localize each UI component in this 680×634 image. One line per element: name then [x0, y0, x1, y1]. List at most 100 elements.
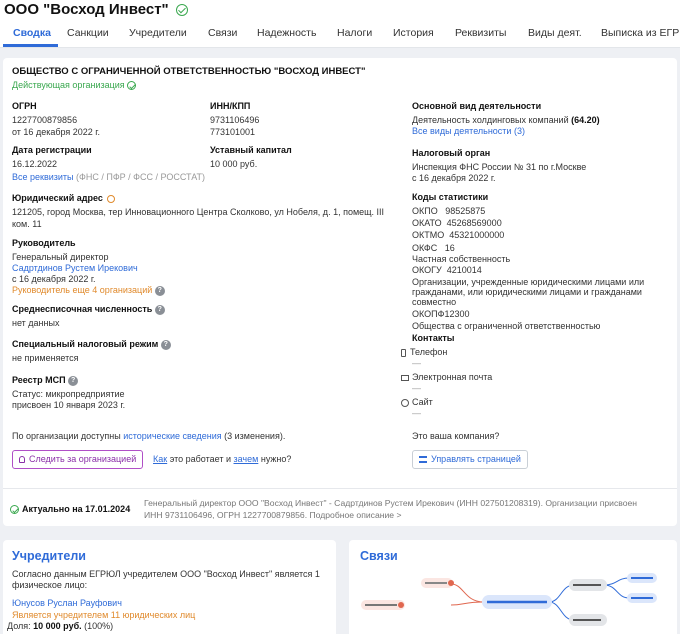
founder-share: Доля: 10 000 руб. (100%): [7, 621, 114, 631]
tab-activities[interactable]: Виды деят.: [528, 27, 582, 39]
founder-name-link[interactable]: Юнусов Руслан Рауфович: [12, 598, 122, 609]
site-value: —: [412, 408, 421, 418]
tab-summary[interactable]: Сводка: [13, 27, 51, 39]
inn-value[interactable]: 9731106496: [210, 115, 259, 126]
founders-desc-2: физическое лицо:: [12, 580, 88, 590]
okopf-desc: Общества с ограниченной ответственностью: [412, 321, 601, 331]
company-name: ООО "Восход Инвест": [4, 1, 169, 18]
okogu: ОКОГУ 4210014: [412, 265, 482, 275]
all-requisites: Все реквизиты (ФНС / ПФР / ФСС / РОССТАТ…: [12, 172, 206, 182]
help-icon[interactable]: ?: [154, 304, 165, 315]
phone-icon: [401, 348, 406, 357]
inn-label: ИНН/КПП: [210, 101, 251, 111]
head-since: с 16 декабря 2022 г.: [12, 274, 96, 284]
tab-taxes[interactable]: Налоги: [337, 27, 372, 39]
okfs: ОКФС 16: [412, 243, 455, 253]
activity-all-link[interactable]: Все виды деятельности (3): [412, 126, 525, 137]
ogrn-date: от 16 декабря 2022 г.: [12, 127, 100, 137]
all-requisites-link[interactable]: Все реквизиты: [12, 172, 74, 182]
help-icon[interactable]: ?: [154, 285, 165, 296]
how-note: Как это работает и зачем нужно?: [153, 454, 292, 464]
address-line1: 121205, город Москва, тер Инновационного…: [12, 207, 385, 217]
full-name: ОБЩЕСТВО С ОГРАНИЧЕННОЙ ОТВЕТСТВЕННОСТЬЮ…: [12, 66, 366, 77]
verified-check-icon: [175, 3, 188, 16]
reg-date: 16.12.2022: [12, 159, 58, 169]
address-line2: ком. 11: [12, 219, 42, 229]
capital-label: Уставный капитал: [210, 145, 292, 155]
employees-label: Среднесписочная численность ?: [12, 304, 165, 315]
activity-value: Деятельность холдинговых компаний (64.20…: [412, 115, 600, 125]
tab-requisites[interactable]: Реквизиты: [455, 27, 506, 39]
actual-date: Актуально на 17.01.2024: [10, 504, 130, 515]
help-icon[interactable]: ?: [160, 339, 171, 350]
email-value: —: [412, 383, 421, 393]
tax-authority-label: Налоговый орган: [412, 148, 491, 158]
links-graph[interactable]: [349, 540, 677, 634]
follow-button[interactable]: Следить за организацией: [12, 450, 144, 469]
founders-title[interactable]: Учредители: [12, 549, 86, 563]
edge: [603, 577, 630, 586]
edge: [603, 584, 630, 599]
tab-history[interactable]: История: [393, 27, 434, 39]
phone-row: Телефон: [401, 347, 447, 358]
why-link[interactable]: зачем: [234, 454, 259, 464]
okopf-code: ОКОПФ12300: [412, 309, 470, 319]
tab-links[interactable]: Связи: [208, 27, 237, 39]
tab-founders[interactable]: Учредители: [129, 27, 187, 39]
tax-regime-value: не применяется: [12, 353, 79, 363]
employees-value: нет данных: [12, 318, 60, 328]
help-icon[interactable]: ?: [68, 375, 79, 386]
founders-card: Учредители Согласно данным ЕГРЮЛ учредит…: [3, 540, 336, 634]
contacts-label: Контакты: [412, 333, 455, 343]
manage-page-button[interactable]: Управлять страницей: [412, 450, 528, 469]
kpp-value[interactable]: 773101001: [210, 127, 255, 138]
founder-note[interactable]: Является учредителем 11 юридических лиц: [12, 610, 195, 621]
site-row: Сайт: [401, 397, 433, 408]
head-name-link[interactable]: Садртдинов Рустем Ирекович: [12, 263, 138, 274]
divider: [3, 488, 677, 489]
history-link[interactable]: исторические сведения: [123, 431, 221, 441]
msp-date: присвоен 10 января 2023 г.: [12, 400, 126, 410]
tab-reliability[interactable]: Надежность: [257, 27, 316, 39]
founders-desc-1: Согласно данным ЕГРЮЛ учредителем ООО "В…: [12, 569, 320, 579]
top-header: ООО "Восход Инвест" Сводка Санкции Учред…: [0, 0, 680, 48]
tax-authority-value: Инспекция ФНС России № 31 по г.Москве: [412, 162, 587, 172]
okogu-desc-3: совместно: [412, 297, 457, 307]
capital-value: 10 000 руб.: [210, 159, 258, 169]
footer-line-2[interactable]: ИНН 9731106496, ОГРН 1227700879856. Подр…: [144, 510, 401, 521]
edge: [450, 601, 485, 606]
address-label: Юридический адрес: [12, 193, 116, 204]
graph-node-dot: [398, 602, 404, 608]
links-card: Связи: [349, 540, 677, 634]
graph-node-dot: [448, 580, 454, 586]
ogrn-label: ОГРН: [12, 101, 37, 111]
address-info-icon[interactable]: [107, 194, 116, 203]
tab-egr-extract[interactable]: Выписка из ЕГР: [601, 27, 679, 39]
history-note: По организации доступны исторические све…: [12, 431, 286, 441]
edge: [450, 583, 485, 603]
ogrn-value[interactable]: 1227700879856: [12, 115, 77, 126]
status-badge: Действующая организация: [12, 80, 139, 91]
email-icon: [401, 374, 409, 381]
globe-icon: [401, 398, 409, 407]
tabs-bar: Сводка Санкции Учредители Связи Надежнос…: [0, 20, 680, 48]
tax-authority-date: с 16 декабря 2022 г.: [412, 173, 496, 183]
reg-label: Дата регистрации: [12, 145, 92, 155]
active-tab-indicator: [3, 44, 58, 47]
phone-value: —: [412, 358, 421, 368]
how-link[interactable]: Как: [153, 454, 167, 464]
oktmo: ОКТМО 45321000000: [412, 230, 505, 240]
tab-sanctions[interactable]: Санкции: [67, 27, 109, 39]
manage-icon: [419, 456, 427, 464]
footer-line-1: Генеральный директор ООО "Восход Инвест"…: [144, 498, 638, 508]
company-title: ООО "Восход Инвест": [4, 1, 188, 18]
head-more-link[interactable]: Руководитель еще 4 организаций: [12, 285, 152, 295]
okato: ОКАТО 45268569000: [412, 218, 502, 228]
msp-status: Статус: микропредприятие: [12, 389, 125, 399]
activity-label: Основной вид деятельности: [412, 101, 542, 111]
tax-regime-label: Специальный налоговый режим ?: [12, 339, 171, 350]
email-row: Электронная почта: [401, 372, 492, 383]
your-company: Это ваша компания?: [412, 431, 500, 441]
info-check-icon: [10, 505, 19, 515]
okpo: ОКПО 98525875: [412, 206, 486, 216]
